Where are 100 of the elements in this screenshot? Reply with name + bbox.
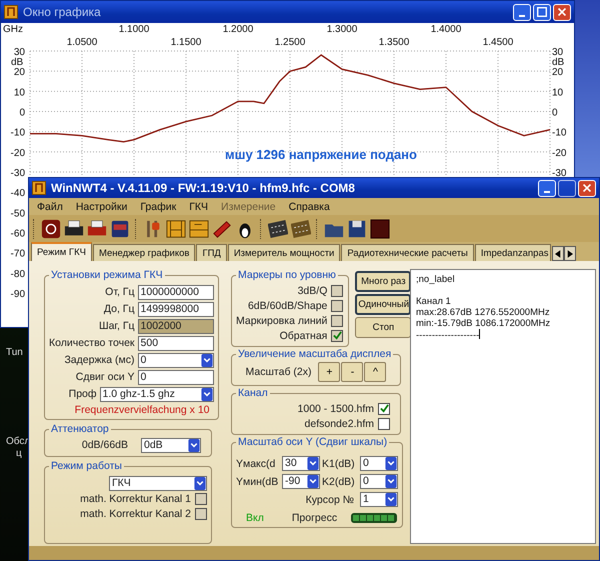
window-title: WinNWT4 - V.4.11.09 - FW:1.19:V10 - hfm9.hfc - COM8: [51, 181, 355, 195]
zoom-button[interactable]: +: [318, 362, 340, 382]
zoom-button[interactable]: -: [341, 362, 364, 382]
checkbox[interactable]: [378, 418, 390, 430]
input-field[interactable]: 0: [138, 370, 214, 384]
close-button[interactable]: [578, 180, 596, 196]
field-label: Yмин(dB: [236, 476, 280, 488]
square-icon[interactable]: [370, 218, 390, 238]
dropdown[interactable]: 30: [282, 456, 320, 471]
dropdown[interactable]: 0: [360, 456, 398, 471]
printer-icon[interactable]: [64, 218, 84, 238]
panel-icon[interactable]: [189, 218, 209, 238]
dropdown[interactable]: -90: [282, 474, 320, 489]
checkbox[interactable]: [195, 508, 207, 520]
scroll-right-button[interactable]: [564, 246, 576, 261]
group-title: Установки режима ГКЧ: [50, 269, 164, 281]
input-field[interactable]: 1002000: [138, 318, 214, 334]
checkbox[interactable]: [195, 492, 207, 504]
progress-bar: [351, 513, 398, 523]
axis-label: -80: [10, 268, 25, 280]
axis-label: 0: [19, 108, 25, 118]
dropdown[interactable]: 0: [138, 352, 214, 368]
zoom-button[interactable]: ^: [364, 362, 386, 382]
tab[interactable]: Менеджер графиков: [92, 244, 196, 261]
printer-icon[interactable]: [87, 218, 107, 238]
axis-label: 1.4500: [482, 37, 514, 48]
dropdown[interactable]: 0: [360, 474, 398, 489]
note-text: Frequenzvervielfachung x 10: [74, 404, 210, 416]
close-button[interactable]: [553, 4, 571, 20]
film-icon[interactable]: [268, 218, 288, 238]
group-title: Режим работы: [50, 460, 123, 472]
field-label: K2(dB): [322, 476, 356, 488]
menu-item[interactable]: Справка: [288, 200, 330, 212]
checkbox[interactable]: [331, 300, 344, 312]
menu-item[interactable]: Файл: [37, 200, 63, 212]
tab[interactable]: Измеритель мощности: [228, 244, 340, 261]
axis-label: 10: [552, 87, 564, 98]
tab[interactable]: Режим ГКЧ: [31, 242, 92, 261]
field-label: До, Гц: [104, 303, 135, 315]
maximize-button[interactable]: [558, 180, 576, 196]
field-label: От, Гц: [105, 286, 135, 298]
input-field[interactable]: 500: [138, 336, 214, 350]
minimize-button[interactable]: [538, 180, 556, 196]
dropdown-icon: [200, 354, 213, 366]
dropdown[interactable]: ГКЧ: [109, 476, 207, 490]
axis-label: 0: [552, 108, 558, 118]
axis-label: -60: [10, 228, 25, 240]
dropdown[interactable]: 0dB: [141, 438, 201, 452]
progress-label: Прогресс: [292, 512, 338, 524]
axis-label: -20: [552, 148, 566, 159]
field-label: Шаг, Гц: [98, 320, 135, 332]
desktop-label: ц: [16, 448, 22, 459]
desktop-label: Tun: [6, 347, 23, 358]
film-icon[interactable]: [291, 218, 311, 238]
left-arrow-icon: [554, 250, 560, 258]
input-field[interactable]: 1499998000: [138, 302, 214, 316]
action-button[interactable]: Много раз: [355, 271, 412, 292]
axis-label: 10: [14, 87, 25, 98]
checkbox-label: 6dB/60dB/Shape: [248, 300, 328, 312]
output-text-area[interactable]: ;no_label Канал 1 max:28.67dB 1276.552000MHz min:-15.79dB 1086.172000MHz --------------------: [410, 269, 596, 544]
dropdown[interactable]: 1: [360, 492, 398, 507]
menu-item[interactable]: ГКЧ: [189, 200, 208, 212]
menu-item[interactable]: График: [140, 200, 176, 212]
maximize-button[interactable]: [533, 4, 551, 20]
minimize-icon: [519, 14, 525, 16]
scroll-left-button[interactable]: [552, 246, 564, 261]
dropdown[interactable]: 1.0 ghz-1.5 ghz: [100, 386, 214, 402]
checkbox[interactable]: [378, 402, 390, 414]
axis-label: -90: [10, 289, 25, 300]
checkbox-label: defsonde2.hfm: [304, 418, 374, 430]
checkbox[interactable]: [331, 330, 344, 342]
axis-unit: dB: [11, 57, 24, 68]
tab[interactable]: Impedanzanpas: [474, 244, 550, 261]
axis-unit: dB: [552, 57, 564, 68]
checkbox[interactable]: [331, 284, 344, 296]
input-field[interactable]: 1000000000: [138, 284, 214, 300]
tab[interactable]: Радиотехнические расчеты: [341, 244, 474, 261]
axis-label: -70: [10, 248, 25, 260]
app-icon: [32, 181, 46, 195]
minimize-button[interactable]: [513, 4, 531, 20]
frame-icon[interactable]: [166, 218, 186, 238]
axis-label: 1.4000: [430, 24, 462, 35]
axis-label: 30: [14, 47, 25, 58]
checkbox-label: math. Korrektur Kanal 1: [80, 492, 191, 504]
action-button[interactable]: Одиночный: [355, 294, 412, 315]
axis-unit: GHz: [3, 24, 23, 35]
action-button[interactable]: Стоп: [355, 317, 412, 338]
dropdown-icon: [200, 388, 213, 400]
field-label: Задержка (мс): [64, 354, 135, 366]
checkbox-label: math. Korrektur Kanal 2: [80, 508, 191, 520]
menu-item[interactable]: Настройки: [76, 200, 128, 212]
dropdown-icon: [194, 476, 206, 490]
monitor-icon[interactable]: [110, 218, 130, 238]
checkbox-label: Обратная: [280, 330, 328, 342]
tab[interactable]: ГПД: [196, 244, 227, 261]
dropdown-icon: [385, 475, 397, 488]
checkbox[interactable]: [331, 314, 344, 326]
power-icon[interactable]: [41, 218, 61, 238]
group-title: Канал: [237, 387, 269, 399]
axis-label: -30: [552, 168, 566, 179]
